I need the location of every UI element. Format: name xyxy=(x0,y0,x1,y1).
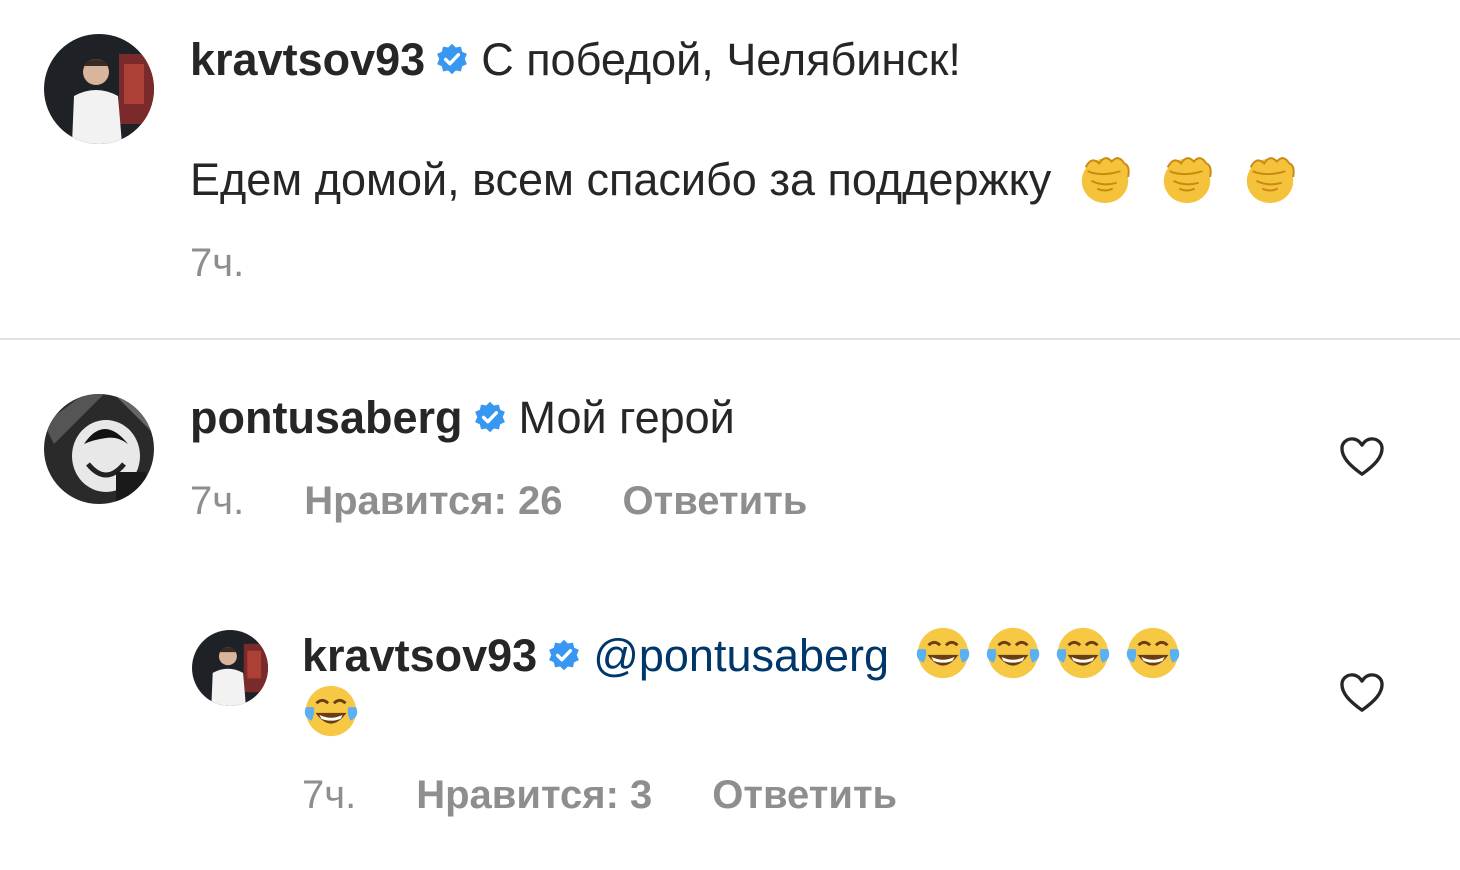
comment-2-time: 7ч. xyxy=(302,773,357,817)
caption-username[interactable]: kravtsov93 xyxy=(190,34,425,85)
fist-emoji-icon xyxy=(1158,148,1216,206)
comment-1-likes[interactable]: Нравится: 26 xyxy=(304,479,562,523)
fist-emoji-icon xyxy=(1241,148,1299,206)
comment-1-text-line: pontusaberg Мой герой xyxy=(190,392,735,444)
avatar-image xyxy=(192,630,268,706)
joy-emoji-icon xyxy=(1054,624,1112,682)
avatar-kravtsov93[interactable] xyxy=(44,34,154,144)
comment-1-time: 7ч. xyxy=(190,479,245,523)
avatar-image xyxy=(44,394,154,504)
comment-1-reply-button[interactable]: Ответить xyxy=(623,479,808,523)
joy-emoji-icon xyxy=(914,624,972,682)
avatar-pontusaberg[interactable] xyxy=(44,394,154,504)
caption-header: kravtsov93 С победой, Челябинск! xyxy=(190,34,961,86)
joy-emoji-icon xyxy=(984,624,1042,682)
avatar-image xyxy=(44,34,154,144)
comment-1-meta: 7ч. Нравится: 26 Ответить xyxy=(190,478,807,524)
comment-2-text-line: kravtsov93 @pontusaberg xyxy=(302,627,1182,688)
verified-badge-icon xyxy=(435,42,469,76)
caption-body-line: Едем домой, всем спасибо за поддержку xyxy=(190,154,1299,212)
comment-2-emoji-wrap-line xyxy=(302,685,360,746)
comment-1-text: Мой герой xyxy=(518,392,735,443)
comment-2-like-heart-icon[interactable] xyxy=(1339,672,1385,714)
comment-2-meta: 7ч. Нравится: 3 Ответить xyxy=(302,772,897,818)
comment-2-reply-button[interactable]: Ответить xyxy=(712,773,897,817)
joy-emoji-icon xyxy=(1124,624,1182,682)
divider xyxy=(0,338,1460,340)
caption-body: Едем домой, всем спасибо за поддержку xyxy=(190,154,1052,205)
caption-time: 7ч. xyxy=(190,241,245,285)
comment-1-like-heart-icon[interactable] xyxy=(1339,436,1385,478)
fist-emoji-icon xyxy=(1076,148,1134,206)
verified-badge-icon xyxy=(473,400,507,434)
comment-1-username[interactable]: pontusaberg xyxy=(190,392,463,443)
joy-emoji-icon xyxy=(302,682,360,740)
comment-2-likes[interactable]: Нравится: 3 xyxy=(416,773,652,817)
avatar-kravtsov93-reply[interactable] xyxy=(192,630,268,706)
verified-badge-icon xyxy=(547,638,581,672)
comment-2-mention-link[interactable]: @pontusaberg xyxy=(593,630,889,681)
caption-meta: 7ч. xyxy=(190,240,304,286)
caption-text: С победой, Челябинск! xyxy=(481,34,961,85)
comment-2-username[interactable]: kravtsov93 xyxy=(302,630,537,681)
